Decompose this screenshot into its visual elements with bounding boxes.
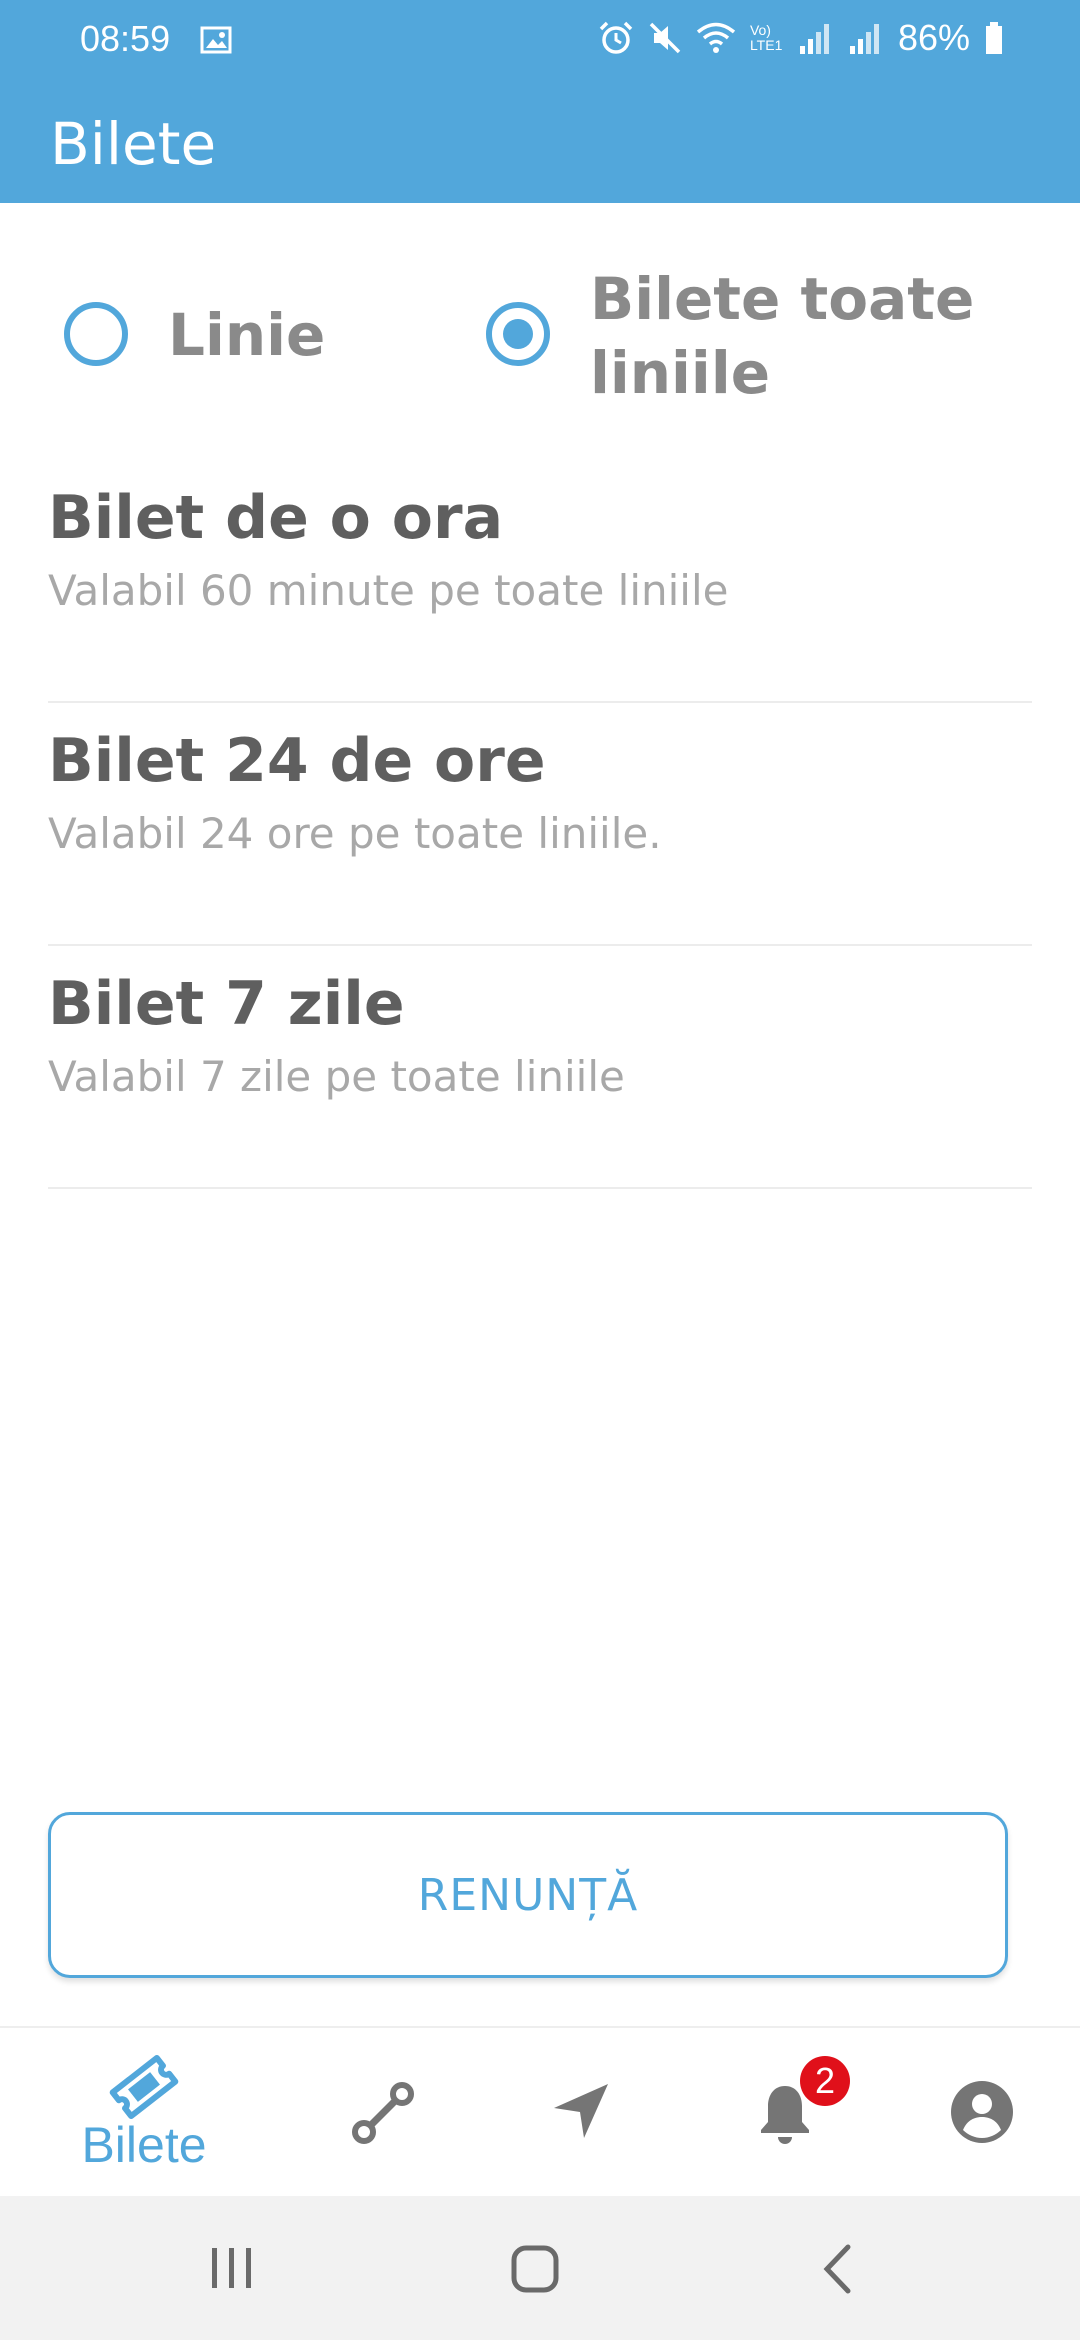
ticket-item-24-hours[interactable]: Bilet 24 de ore Valabil 24 ore pe toate … bbox=[48, 703, 1032, 946]
screen: 08:59 Vo) LTE1 86% Bilete Linie Bilete t… bbox=[0, 0, 1080, 2340]
ticket-icon bbox=[109, 2054, 179, 2120]
ticket-list: Bilet de o ora Valabil 60 minute pe toat… bbox=[48, 460, 1032, 1189]
radio-label-all-lines: Bilete toate liniile bbox=[590, 265, 975, 407]
ticket-description: Valabil 60 minute pe toate liniile bbox=[48, 566, 729, 615]
radio-button-unchecked[interactable] bbox=[64, 302, 128, 366]
radio-option-all-lines[interactable]: Bilete toate liniile bbox=[486, 262, 1010, 410]
radio-option-linie[interactable]: Linie bbox=[64, 301, 325, 372]
battery-icon bbox=[986, 22, 1002, 54]
network-type-label: Vo) LTE1 bbox=[749, 22, 783, 53]
ticket-title: Bilet 24 de ore bbox=[48, 726, 546, 796]
status-icons: Vo) LTE1 86% bbox=[598, 16, 1004, 60]
home-icon bbox=[511, 2245, 559, 2293]
home-button[interactable] bbox=[454, 2196, 614, 2340]
ticket-title: Bilet de o ora bbox=[48, 483, 504, 553]
account-circle-icon bbox=[951, 2081, 1013, 2143]
nav-item-profile[interactable] bbox=[880, 2028, 1080, 2198]
bottom-navigation: Bilete 2 bbox=[0, 2026, 1080, 2196]
wifi-icon bbox=[696, 22, 736, 53]
alarm-icon bbox=[599, 21, 633, 54]
nav-item-notifications[interactable]: 2 bbox=[682, 2028, 882, 2198]
back-chevron-icon bbox=[823, 2244, 851, 2294]
nav-item-tickets[interactable]: Bilete bbox=[44, 2028, 244, 2198]
recent-apps-button[interactable] bbox=[152, 2196, 312, 2340]
signal-icon bbox=[799, 24, 829, 54]
route-icon bbox=[352, 2082, 414, 2144]
app-header: 08:59 Vo) LTE1 86% Bilete bbox=[0, 0, 1080, 203]
ticket-scope-selector: Linie Bilete toate liniile bbox=[0, 250, 1080, 420]
battery-percentage: 86% bbox=[897, 17, 970, 58]
navigation-arrow-icon bbox=[554, 2084, 608, 2138]
ticket-item-7-days[interactable]: Bilet 7 zile Valabil 7 zile pe toate lin… bbox=[48, 946, 1032, 1189]
radio-label-linie: Linie bbox=[168, 301, 326, 369]
nav-item-routes[interactable] bbox=[286, 2028, 486, 2198]
nav-label-tickets: Bilete bbox=[81, 2117, 207, 2173]
status-time: 08:59 bbox=[80, 18, 171, 59]
cancel-button[interactable]: RENUNȚĂ bbox=[48, 1812, 1008, 1978]
signal-icon-2 bbox=[849, 24, 879, 54]
ticket-description: Valabil 24 ore pe toate liniile. bbox=[48, 809, 662, 858]
page-title: Bilete bbox=[50, 110, 217, 178]
radio-button-checked[interactable] bbox=[486, 302, 550, 366]
notification-badge: 2 bbox=[800, 2056, 850, 2106]
ticket-title: Bilet 7 zile bbox=[48, 969, 405, 1039]
ticket-item-one-hour[interactable]: Bilet de o ora Valabil 60 minute pe toat… bbox=[48, 460, 1032, 703]
nav-item-navigate[interactable] bbox=[484, 2028, 684, 2198]
mute-icon bbox=[649, 22, 681, 54]
system-navigation-bar bbox=[0, 2196, 1080, 2340]
ticket-description: Valabil 7 zile pe toate liniile bbox=[48, 1052, 625, 1101]
recent-apps-icon bbox=[212, 2248, 251, 2288]
gallery-notification-icon bbox=[200, 26, 232, 54]
back-button[interactable] bbox=[756, 2196, 916, 2340]
